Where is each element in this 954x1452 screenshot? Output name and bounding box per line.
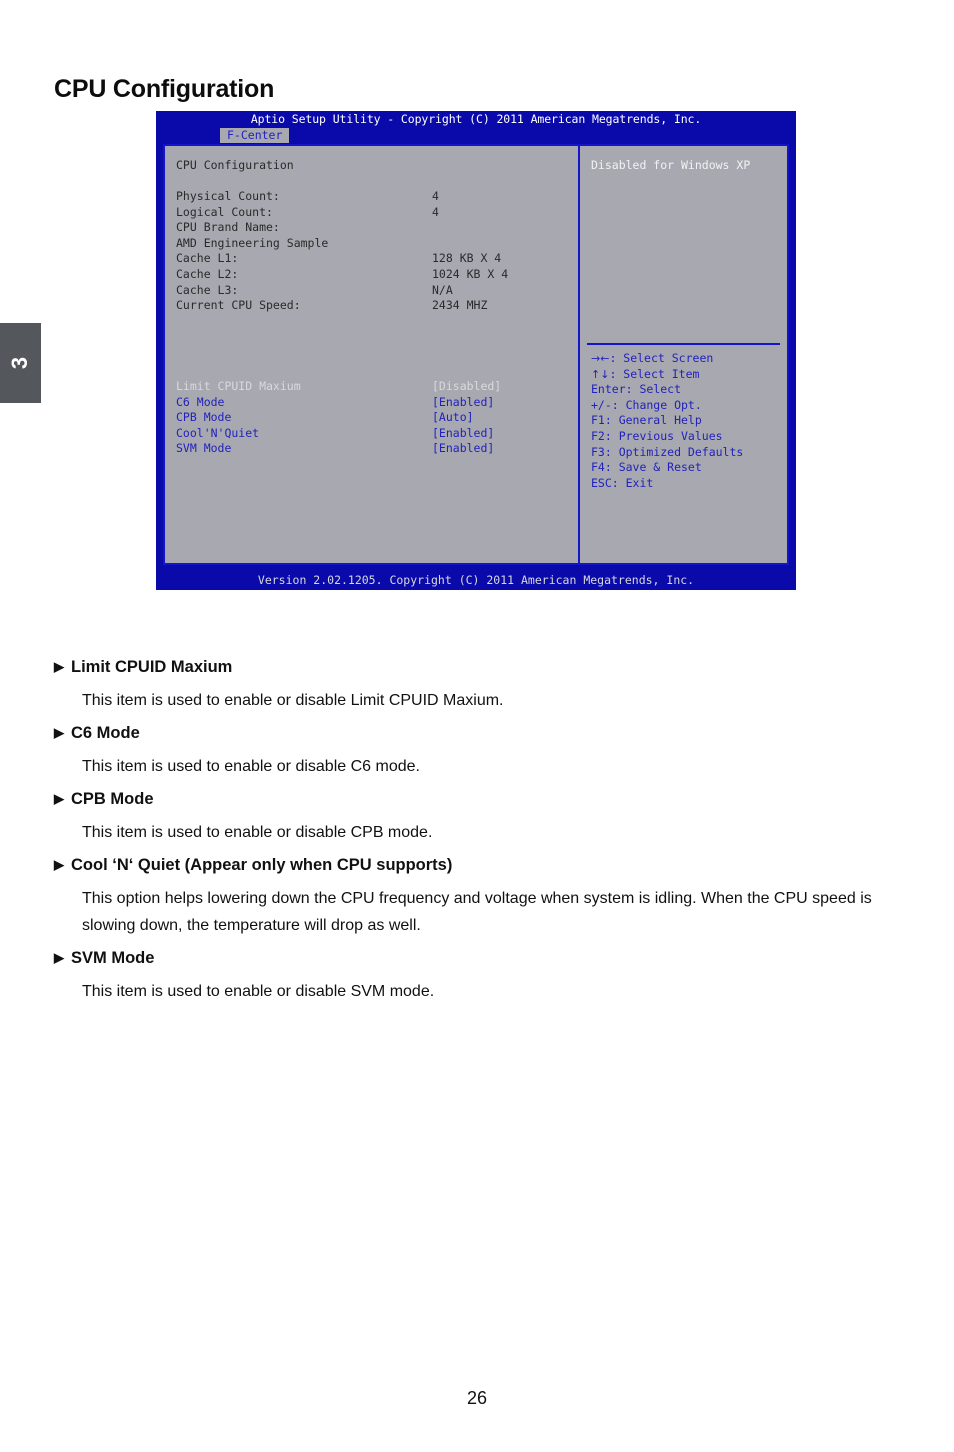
key-legend-row: F3: Optimized Defaults [591,445,786,461]
description-heading: ▶ Limit CPUID Maxium [54,657,899,678]
cpu-info-label: Physical Count: [176,189,280,203]
page-title: CPU Configuration [54,74,275,103]
key-legend-text: Enter: Select [591,382,682,397]
setting-label: Limit CPUID Maxium [176,379,301,393]
setting-row-limit-cpuid-maxium[interactable]: Limit CPUID Maxium [Disabled] [176,379,571,395]
description-heading-text: C6 Mode [71,724,140,742]
chapter-tab: 3 [0,323,41,403]
description-heading-text: Limit CPUID Maxium [71,658,233,676]
triangle-right-icon: ▶ [54,791,64,806]
key-legend-text: F1: General Help [591,413,702,428]
description-heading-text: Cool ‘N‘ Quiet (Appear only when CPU sup… [71,856,453,874]
setting-row-svm-mode[interactable]: SVM Mode [Enabled] [176,441,571,457]
cpu-info-label: Cache L1: [176,251,239,266]
bios-body: CPU Configuration Physical Count: 4 Logi… [163,144,789,565]
description-paragraph: This item is used to enable or disable C… [82,758,420,775]
key-legend-text: F3: Optimized Defaults [591,444,744,459]
setting-value[interactable]: [Auto] [432,410,474,424]
description-heading: ▶ CPB Mode [54,789,899,810]
description-paragraph: This item is used to enable or disable C… [82,824,433,841]
description-list: ▶ Limit CPUID Maxium This item is used to… [54,657,899,1014]
cpu-info-value: 4 [432,204,439,219]
cpu-info-value: N/A [432,282,453,297]
setting-row-cpb-mode[interactable]: CPB Mode [Auto] [176,410,571,426]
cpu-info-label: Current CPU Speed: [176,298,301,313]
triangle-right-icon: ▶ [54,659,64,674]
description-paragraph: This item is used to enable or disable L… [82,692,504,709]
cpu-info-label: Cache L2: [176,266,239,281]
bios-help-pane: Disabled for Windows XP →←: Select Scree… [580,146,787,563]
key-legend-row: →←: Select Screen [591,351,786,367]
key-legend-row: ↑↓: Select Item [591,367,786,383]
description-heading: ▶ C6 Mode [54,723,899,744]
key-legend-text: F2: Previous Values [591,428,723,443]
setting-row-cool-n-quiet[interactable]: Cool'N'Quiet [Enabled] [176,426,571,442]
setting-label: Cool'N'Quiet [176,425,260,440]
cpu-info-value: 128 KB X 4 [432,251,502,266]
cpu-info-row: Current CPU Speed: 2434 MHZ [176,298,571,314]
cpu-info-row: Logical Count: 4 [176,205,571,221]
triangle-right-icon: ▶ [54,725,64,740]
cpu-info-list: Physical Count: 4 Logical Count: 4 CPU B… [176,189,571,314]
triangle-right-icon: ▶ [54,857,64,872]
key-legend-row: ESC: Exit [591,476,786,492]
cpu-settings-list: Limit CPUID Maxium [Disabled] C6 Mode [E… [176,379,571,457]
key-legend-row: F4: Save & Reset [591,460,786,476]
cpu-info-row: Cache L3: N/A [176,283,571,299]
key-legend-text: : Select Item [609,366,700,381]
bios-titlebar: Aptio Setup Utility - Copyright (C) 2011… [156,111,796,128]
key-legend-row: F1: General Help [591,413,786,429]
cpu-info-label: CPU Brand Name: [176,220,280,235]
key-legend-text: ESC: Exit [591,475,654,490]
triangle-right-icon: ▶ [54,950,64,965]
description-heading: ▶ Cool ‘N‘ Quiet (Appear only when CPU su… [54,855,899,876]
description-heading-text: SVM Mode [71,949,155,967]
setting-value[interactable]: [Enabled] [432,395,494,409]
cpu-info-row: CPU Brand Name: [176,220,571,236]
cpu-info-row: AMD Engineering Sample [176,236,571,252]
setting-row-c6-mode[interactable]: C6 Mode [Enabled] [176,395,571,411]
setting-value[interactable]: [Enabled] [432,426,494,440]
cpu-info-value: 1024 KB X 4 [432,266,509,281]
key-legend-row: F2: Previous Values [591,429,786,445]
key-legend-row: Enter: Select [591,382,786,398]
description-heading: ▶ SVM Mode [54,948,899,969]
cpu-info-label: AMD Engineering Sample [176,235,329,250]
cpu-info-label: Cache L3: [176,282,239,297]
arrow-up-down-icon: ↑↓ [591,367,610,381]
cpu-info-label: Logical Count: [176,204,273,219]
description-paragraph: This item is used to enable or disable S… [82,983,435,1000]
cpu-info-row: Cache L1: 128 KB X 4 [176,251,571,267]
key-legend-text: : Select Screen [609,351,714,365]
key-legend-text: F4: Save & Reset [591,460,702,475]
description-heading-text: CPB Mode [71,790,154,808]
key-legend-row: +/-: Change Opt. [591,398,786,414]
cpu-info-row: Cache L2: 1024 KB X 4 [176,267,571,283]
help-divider [587,343,780,345]
description-paragraph: This option helps lowering down the CPU … [82,890,872,934]
bios-footer: Version 2.02.1205. Copyright (C) 2011 Am… [156,568,796,590]
bios-section-title: CPU Configuration [176,158,294,172]
help-description: Disabled for Windows XP [591,158,751,172]
setting-value[interactable]: [Enabled] [432,441,494,455]
bios-left-pane: CPU Configuration Physical Count: 4 Logi… [165,146,578,563]
key-legend-text: +/-: Change Opt. [591,397,702,412]
arrow-left-right-icon: →← [591,352,610,365]
chapter-number: 3 [7,356,33,370]
bios-tab-f-center[interactable]: F-Center [220,128,290,143]
page-number: 26 [466,1388,488,1408]
setting-label: CPB Mode [176,410,232,425]
cpu-info-value: 2434 MHZ [432,298,488,313]
key-legend-list: →←: Select Screen ↑↓: Select Item Enter:… [591,351,786,491]
cpu-info-row: Physical Count: 4 [176,189,571,205]
bios-tabbar: F-Center [156,128,796,143]
setting-label: C6 Mode [176,394,225,409]
bios-setup-screenshot: Aptio Setup Utility - Copyright (C) 2011… [156,111,796,590]
cpu-info-value: 4 [432,189,439,203]
setting-label: SVM Mode [176,441,232,456]
setting-value[interactable]: [Disabled] [432,379,501,393]
